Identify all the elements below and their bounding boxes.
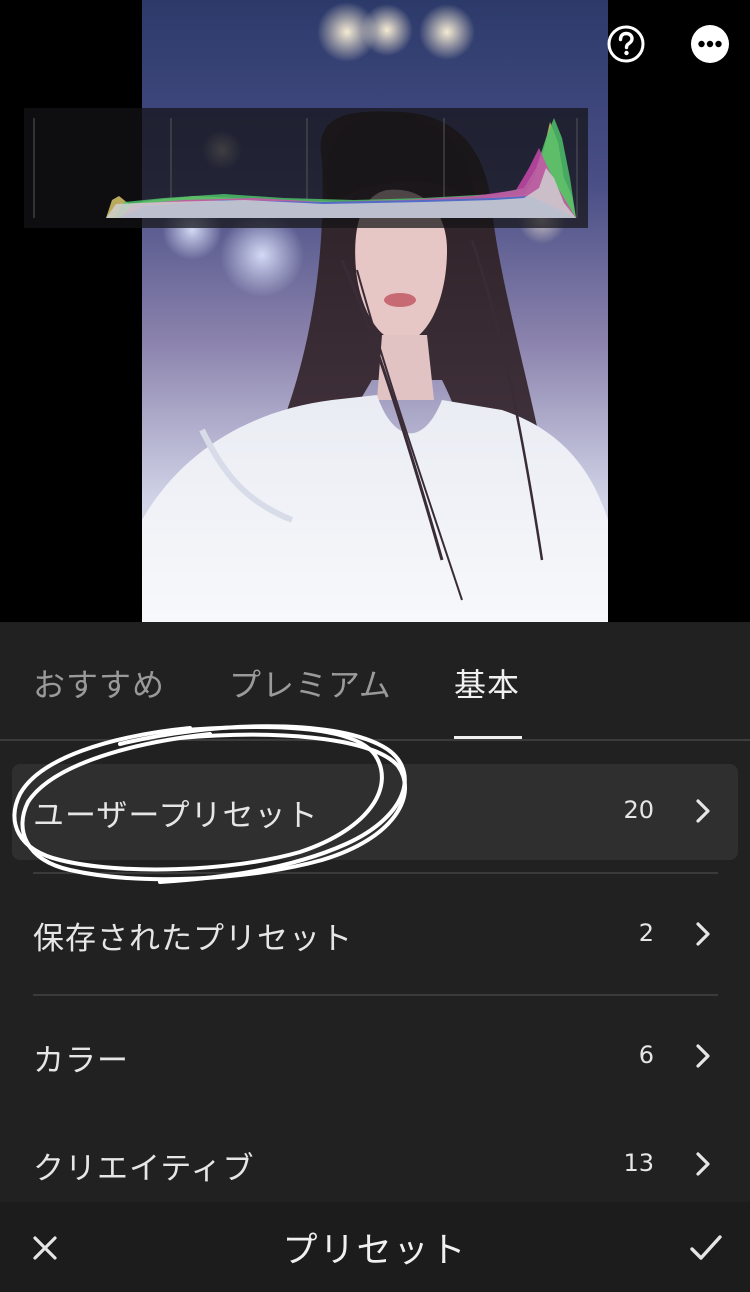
more-options-icon	[691, 25, 729, 63]
bottom-action-bar: プリセット	[0, 1202, 750, 1292]
tab-recommended[interactable]: おすすめ	[33, 660, 165, 706]
help-circle-icon	[607, 25, 645, 63]
histogram-graph	[33, 118, 578, 218]
apply-button[interactable]	[684, 1226, 728, 1270]
portrait-photo	[142, 2, 608, 622]
tabs-divider	[0, 739, 750, 741]
preset-group-label: カラー	[33, 1043, 129, 1079]
checkmark-icon	[690, 1235, 722, 1260]
help-button[interactable]	[606, 24, 646, 64]
row-divider	[33, 994, 718, 996]
preset-group-count: 13	[623, 1149, 654, 1177]
preset-group-label: 保存されたプリセット	[33, 921, 353, 957]
preset-group-count: 6	[638, 1041, 654, 1069]
photo-preview[interactable]	[142, 0, 608, 622]
histogram	[24, 108, 588, 228]
preset-group-color[interactable]: カラー 6	[12, 1009, 738, 1105]
preset-panel: おすすめ プレミアム 基本 ユーザープリセット 20 保存されたプリセット 2 …	[0, 622, 750, 1202]
chevron-right-icon	[696, 1044, 710, 1068]
preset-group-label: ユーザープリセット	[33, 798, 319, 834]
preset-tabs: おすすめ プレミアム 基本	[0, 622, 750, 741]
row-divider	[33, 872, 718, 874]
chevron-right-icon	[696, 922, 710, 946]
tab-premium[interactable]: プレミアム	[229, 660, 392, 706]
preset-group-user[interactable]: ユーザープリセット 20	[12, 764, 738, 860]
preset-group-count: 20	[623, 796, 654, 824]
preset-group-count: 2	[638, 919, 654, 947]
preset-group-saved[interactable]: 保存されたプリセット 2	[12, 887, 738, 983]
tab-basic[interactable]: 基本	[454, 660, 520, 706]
preset-group-label: クリエイティブ	[33, 1151, 255, 1187]
chevron-right-icon	[696, 1152, 710, 1176]
panel-title: プリセット	[282, 1231, 468, 1271]
more-options-button[interactable]	[690, 24, 730, 64]
preset-group-creative[interactable]: クリエイティブ 13	[12, 1117, 738, 1213]
photo-viewer	[0, 0, 750, 622]
chevron-right-icon	[696, 799, 710, 823]
